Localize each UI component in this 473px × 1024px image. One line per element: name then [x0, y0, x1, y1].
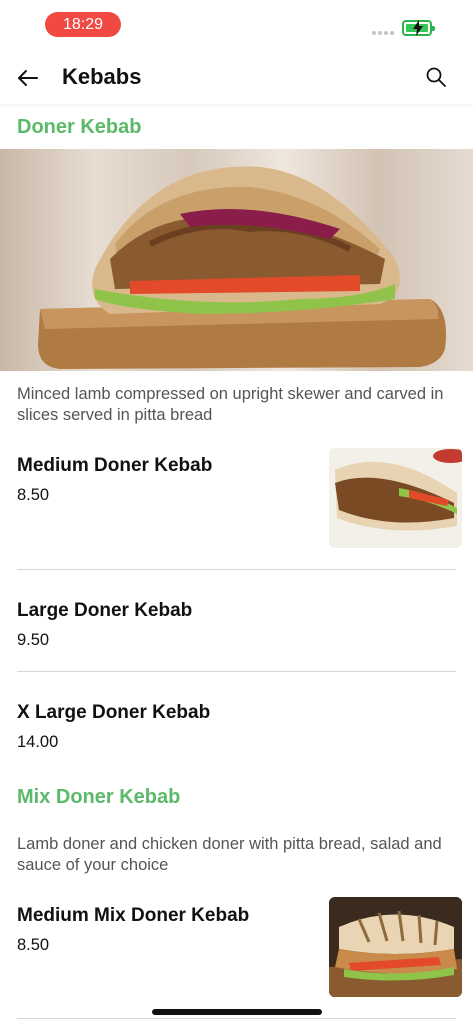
menu-item[interactable]: Large Doner Kebab 9.50 — [17, 600, 457, 650]
menu-item[interactable]: X Large Doner Kebab 14.00 — [17, 702, 457, 752]
item-divider — [17, 1018, 456, 1019]
back-arrow-icon[interactable] — [16, 66, 40, 90]
section-description: Lamb doner and chicken doner with pitta … — [17, 835, 442, 874]
item-divider — [17, 671, 456, 672]
section-title-doner-kebab: Doner Kebab — [17, 116, 142, 138]
page-title: Kebabs — [62, 64, 142, 89]
doner-kebab-hero-image — [0, 149, 473, 371]
medium-mix-doner-kebab-thumbnail[interactable] — [329, 897, 462, 997]
section-description: Minced lamb compressed on upright skewer… — [17, 385, 444, 424]
signal-icon — [372, 31, 394, 35]
status-time: 18:29 — [45, 12, 121, 37]
status-bar: 18:29 — [0, 0, 473, 50]
battery-charging-icon — [402, 20, 435, 36]
menu-item-name: Large Doner Kebab — [17, 600, 193, 621]
menu-item-price: 9.50 — [17, 631, 50, 649]
medium-doner-kebab-thumbnail[interactable] — [329, 448, 462, 548]
section-title-mix-doner-kebab: Mix Doner Kebab — [17, 786, 181, 808]
item-divider — [17, 569, 456, 570]
search-icon[interactable] — [425, 66, 447, 88]
home-indicator[interactable] — [152, 1009, 322, 1015]
menu-item-name: X Large Doner Kebab — [17, 702, 211, 723]
menu-item-price: 14.00 — [17, 733, 59, 751]
app-header: Kebabs — [0, 50, 473, 104]
